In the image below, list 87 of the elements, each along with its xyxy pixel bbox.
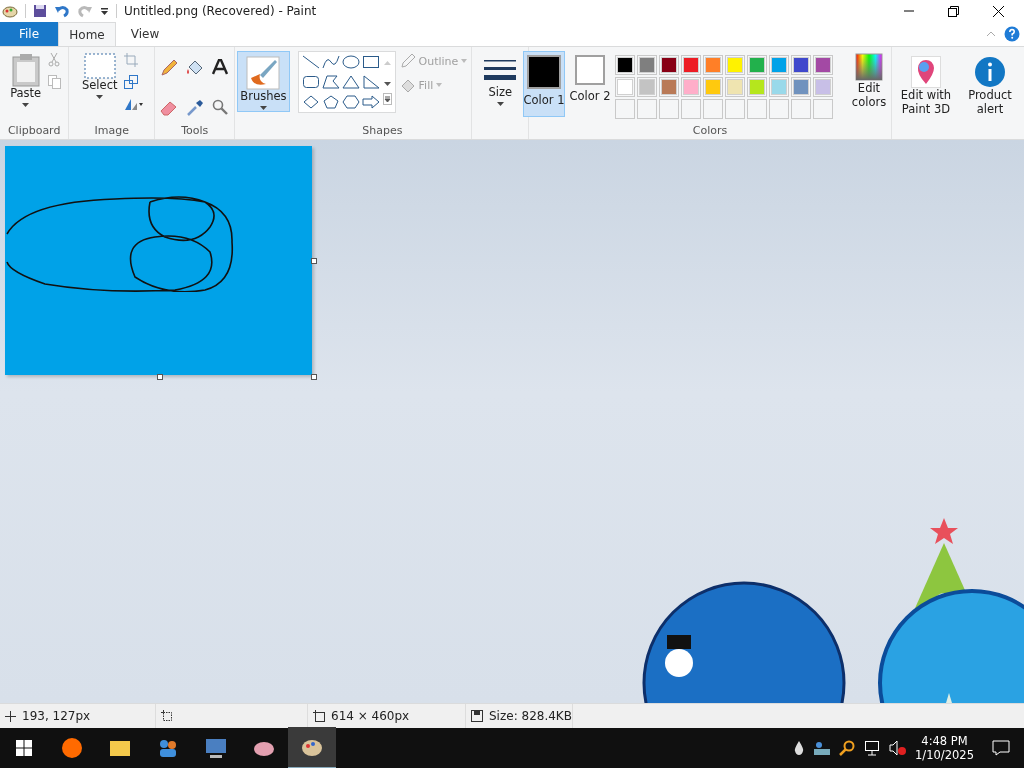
caret-icon [259, 106, 267, 110]
line-shape-icon[interactable] [301, 55, 320, 69]
close-icon[interactable] [993, 5, 1004, 17]
color-spectrum-icon [855, 53, 883, 81]
file-size: Size: 828.4KB [489, 709, 572, 723]
rounded-rectangle-shape-icon[interactable] [301, 75, 320, 89]
empty-color-slot[interactable] [615, 99, 635, 119]
start-windows-icon[interactable] [16, 740, 32, 756]
restore-icon[interactable] [948, 5, 959, 17]
notification-icon[interactable] [992, 740, 1010, 756]
cursor-position-icon [5, 710, 16, 722]
customize-dropdown-icon[interactable] [100, 6, 109, 16]
resize-handle[interactable] [157, 374, 163, 380]
oval-shape-icon[interactable] [341, 55, 360, 69]
color-2-button[interactable]: Color 2 [569, 51, 611, 117]
caret-icon [461, 59, 468, 63]
color-1-button[interactable]: Color 1 [523, 51, 565, 117]
fill-bucket-icon [399, 77, 416, 93]
hexagon-shape-icon[interactable] [341, 95, 360, 109]
caret-icon [436, 83, 443, 87]
brush-icon [246, 56, 281, 90]
diamond-shape-icon[interactable] [301, 95, 320, 109]
empty-color-slot[interactable] [813, 99, 833, 119]
group-label: Image [94, 124, 129, 137]
arrow-shape-icon[interactable] [361, 95, 380, 109]
ribbon-tab[interactable]: File [0, 22, 58, 46]
caret-icon [96, 95, 104, 99]
magnifier-tray-icon[interactable] [839, 740, 856, 756]
text-icon[interactable] [211, 59, 228, 75]
empty-color-slot[interactable] [747, 99, 767, 119]
polygon-shape-icon[interactable] [321, 75, 340, 89]
group-label: Clipboard [7, 124, 61, 137]
product-alert-button[interactable]: Product alert [960, 51, 1020, 118]
pencil-icon[interactable] [159, 59, 178, 77]
size-button[interactable]: Size [481, 51, 520, 108]
edit-colors-button[interactable]: Edit colors [841, 51, 897, 111]
speaker-muted-icon[interactable] [889, 740, 908, 756]
clock-date[interactable]: 1/10/2025 [915, 748, 974, 762]
clipboard-icon [10, 53, 41, 87]
group-label: Colors [692, 124, 728, 137]
rotate-icon[interactable] [124, 97, 145, 111]
empty-color-slot[interactable] [659, 99, 679, 119]
ribbon-tab[interactable]: View [116, 22, 174, 46]
brushes-button[interactable]: Brushes [237, 51, 290, 112]
clock-time[interactable]: 4:48 PM [921, 734, 968, 748]
edit-with-paint-3d-button[interactable]: Edit with Paint 3D [896, 51, 956, 118]
undo-icon[interactable] [54, 4, 70, 18]
rectangle-shape-icon[interactable] [361, 55, 380, 69]
cursor-position: 193, 127px [22, 709, 91, 723]
right-triangle-shape-icon[interactable] [361, 75, 380, 89]
people-tray-icon[interactable] [813, 740, 832, 756]
outline-pen-icon [399, 53, 416, 69]
info-icon [974, 56, 1006, 88]
water-drop-icon[interactable] [793, 740, 806, 756]
selection-rectangle-icon [83, 53, 116, 79]
paint-drop-icon [911, 56, 941, 88]
save-icon[interactable] [33, 4, 47, 18]
collapse-ribbon-icon[interactable] [986, 31, 996, 37]
group-label: Shapes [362, 124, 403, 137]
group-label: Tools [181, 124, 209, 137]
empty-color-slot[interactable] [703, 99, 723, 119]
empty-color-slot[interactable] [725, 99, 745, 119]
caret-icon [22, 103, 30, 107]
paint-app-icon[interactable] [2, 3, 18, 19]
image-dimensions: 614 × 460px [331, 709, 410, 723]
resize-handle[interactable] [311, 258, 317, 264]
empty-color-slot[interactable] [681, 99, 701, 119]
selection-size-icon [161, 710, 173, 722]
magnifier-icon[interactable] [211, 98, 228, 115]
window-title: Untitled.png (Recovered) - Paint [124, 4, 317, 18]
caret-icon [496, 102, 504, 106]
empty-color-slot[interactable] [791, 99, 811, 119]
resize-handle[interactable] [311, 374, 317, 380]
network-icon[interactable] [863, 740, 882, 756]
help-icon[interactable] [1004, 26, 1020, 42]
empty-color-slot[interactable] [769, 99, 789, 119]
palette-app-icon[interactable] [288, 727, 336, 768]
triangle-shape-icon[interactable] [341, 75, 360, 89]
resize-icon[interactable] [124, 75, 139, 89]
select-button[interactable]: Select [79, 51, 121, 101]
curve-shape-icon[interactable] [321, 55, 340, 69]
pentagon-shape-icon[interactable] [321, 95, 340, 109]
image-size-icon [313, 710, 325, 722]
color-picker-icon[interactable] [185, 98, 204, 117]
paste-button[interactable]: Paste [7, 51, 45, 109]
ribbon-tab[interactable]: Home [58, 22, 116, 46]
empty-color-slot[interactable] [637, 99, 657, 119]
